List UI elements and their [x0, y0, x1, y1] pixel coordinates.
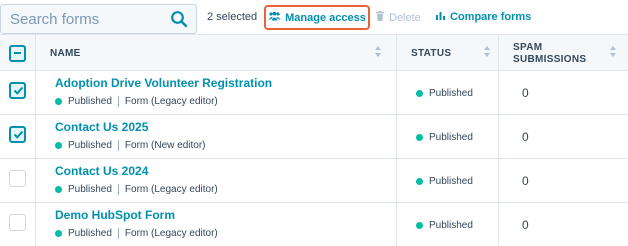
table-row: Demo HubSpot Form Published Form (Legacy…	[0, 203, 628, 246]
form-state: Published	[68, 140, 112, 151]
manage-access-button[interactable]: Manage access	[264, 5, 370, 30]
divider	[117, 228, 119, 239]
name-cell: Contact Us 2025 Published Form (New edit…	[36, 115, 397, 159]
spam-cell: 0	[499, 203, 628, 246]
row-checkbox[interactable]	[9, 170, 26, 187]
row-checkbox-cell	[0, 203, 36, 246]
sort-icon[interactable]	[484, 46, 490, 58]
status-cell: Published	[397, 115, 499, 159]
select-all-checkbox[interactable]	[9, 45, 26, 62]
forms-table: NAME STATUS SPAM SUBMISSIONS Adoption Dr…	[0, 34, 628, 246]
table-row: Contact Us 2024 Published Form (Legacy e…	[0, 159, 628, 203]
status-text: Published	[429, 88, 473, 99]
published-dot-icon	[416, 134, 423, 141]
column-spam-line2: SUBMISSIONS	[513, 54, 587, 65]
sort-icon[interactable]	[610, 46, 616, 58]
spam-cell: 0	[499, 71, 628, 115]
form-name-link[interactable]: Demo HubSpot Form	[55, 208, 175, 222]
name-cell: Contact Us 2024 Published Form (Legacy e…	[36, 159, 397, 203]
table-row: Adoption Drive Volunteer Registration Pu…	[0, 71, 628, 115]
form-meta: Published Form (New editor)	[55, 140, 206, 151]
status-text: Published	[429, 220, 473, 231]
compare-forms-button[interactable]: Compare forms	[436, 11, 531, 23]
spam-cell: 0	[499, 115, 628, 159]
search-box[interactable]	[0, 4, 197, 34]
bar-chart-icon	[436, 11, 445, 23]
status-badge: Published	[416, 220, 473, 231]
column-name-label: NAME	[50, 48, 81, 59]
published-dot-icon	[416, 222, 423, 229]
row-checkbox-cell	[0, 71, 36, 115]
published-dot-icon	[55, 98, 62, 105]
column-header-name[interactable]: NAME	[36, 35, 397, 71]
column-header-status[interactable]: STATUS	[397, 35, 499, 71]
delete-label: Delete	[389, 11, 421, 24]
row-checkbox[interactable]	[9, 126, 26, 143]
form-meta: Published Form (Legacy editor)	[55, 96, 218, 107]
check-icon	[13, 130, 24, 139]
form-state: Published	[68, 228, 112, 239]
status-badge: Published	[416, 132, 473, 143]
form-type: Form (Legacy editor)	[124, 184, 218, 195]
indeterminate-icon	[14, 52, 21, 54]
form-name-link[interactable]: Contact Us 2025	[55, 120, 148, 134]
form-type: Form (Legacy editor)	[124, 96, 218, 107]
selected-count: 2 selected	[207, 11, 258, 23]
row-checkbox[interactable]	[9, 82, 26, 99]
name-cell: Demo HubSpot Form Published Form (Legacy…	[36, 203, 397, 246]
spam-count: 0	[522, 86, 529, 100]
published-dot-icon	[55, 230, 62, 237]
status-badge: Published	[416, 176, 473, 187]
search-input[interactable]	[10, 9, 160, 29]
manage-access-label: Manage access	[285, 11, 366, 24]
check-icon	[13, 86, 24, 95]
column-header-spam[interactable]: SPAM SUBMISSIONS	[499, 35, 628, 71]
table-header: NAME STATUS SPAM SUBMISSIONS	[0, 35, 628, 71]
divider	[117, 96, 119, 107]
name-cell: Adoption Drive Volunteer Registration Pu…	[36, 71, 397, 115]
published-dot-icon	[55, 186, 62, 193]
divider	[117, 140, 119, 151]
published-dot-icon	[416, 90, 423, 97]
form-state: Published	[68, 184, 112, 195]
trash-icon	[376, 11, 384, 24]
toolbar: 2 selected Manage access Delete Compare …	[0, 0, 628, 36]
form-type: Form (New editor)	[124, 140, 206, 151]
status-cell: Published	[397, 159, 499, 203]
spam-count: 0	[522, 174, 529, 188]
column-status-label: STATUS	[411, 48, 452, 59]
status-cell: Published	[397, 203, 499, 246]
published-dot-icon	[55, 142, 62, 149]
form-meta: Published Form (Legacy editor)	[55, 184, 218, 195]
form-name-link[interactable]: Contact Us 2024	[55, 164, 148, 178]
users-icon	[268, 11, 281, 24]
divider	[117, 184, 119, 195]
column-spam-label: SPAM SUBMISSIONS	[513, 42, 586, 66]
form-meta: Published Form (Legacy editor)	[55, 228, 218, 239]
compare-forms-label: Compare forms	[450, 11, 532, 23]
spam-cell: 0	[499, 159, 628, 203]
spam-count: 0	[522, 218, 529, 232]
row-checkbox-cell	[0, 115, 36, 159]
form-name-link[interactable]: Adoption Drive Volunteer Registration	[55, 76, 272, 90]
row-checkbox-cell	[0, 159, 36, 203]
header-checkbox-cell	[0, 35, 36, 71]
table-row: Contact Us 2025 Published Form (New edit…	[0, 115, 628, 159]
status-cell: Published	[397, 71, 499, 115]
published-dot-icon	[416, 178, 423, 185]
status-text: Published	[429, 176, 473, 187]
column-spam-line1: SPAM	[513, 42, 543, 53]
status-text: Published	[429, 132, 473, 143]
spam-count: 0	[522, 130, 529, 144]
form-type: Form (Legacy editor)	[124, 228, 218, 239]
delete-button[interactable]: Delete	[376, 11, 421, 24]
row-checkbox[interactable]	[9, 214, 26, 231]
status-badge: Published	[416, 88, 473, 99]
search-icon[interactable]	[170, 10, 188, 28]
form-state: Published	[68, 96, 112, 107]
sort-icon[interactable]	[375, 46, 381, 58]
